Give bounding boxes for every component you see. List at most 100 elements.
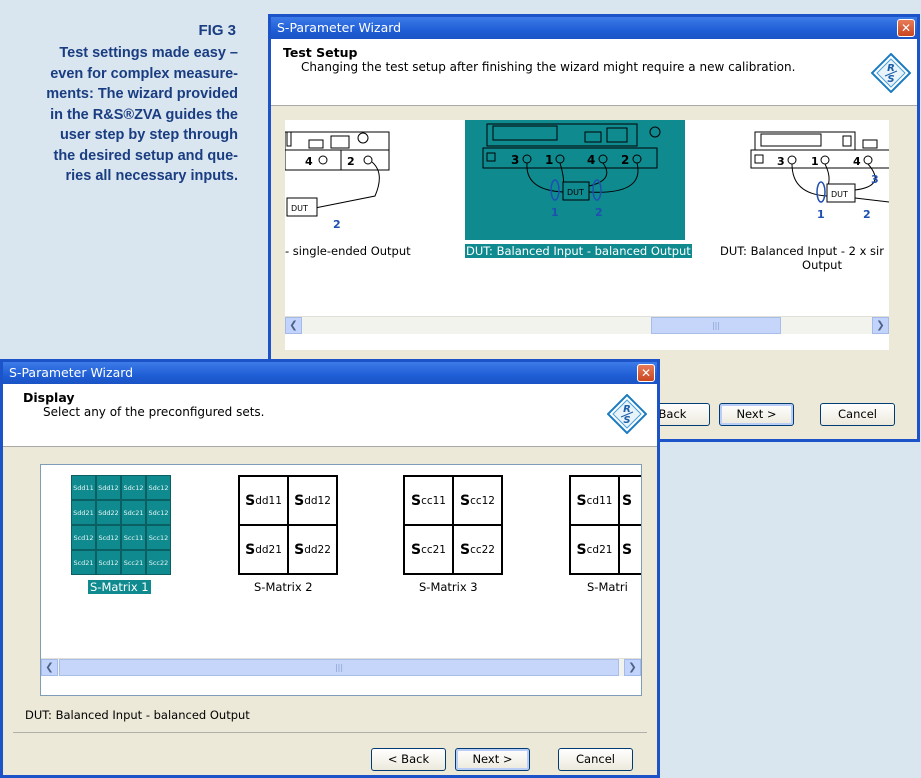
wizard-body: Sdd11 Sdd12 Sdc12 Sdc12 Sdd21 Sdd22 Sdc2… [3,447,657,775]
rs-logo-icon: R S [871,53,911,93]
matrix-label-1[interactable]: S-Matrix 1 [88,580,151,594]
port-label: 3 [511,153,519,167]
matrix-label-3[interactable]: S-Matrix 3 [419,580,478,594]
setup-diagram-balanced-balanced: 3 1 4 2 DUT 1 2 [482,123,661,219]
matrix-cell: S [619,525,641,574]
matrix-cell: Scd12 [96,550,121,575]
svg-text:3: 3 [871,173,879,186]
setup-label-line: Output [802,258,842,272]
cell-symbol: S [576,541,587,558]
matrix-cell: Scc21 [121,550,146,575]
matrix-label-2[interactable]: S-Matrix 2 [254,580,313,594]
caption-text: Test settings made easy – even for compl… [0,43,240,187]
cell-index: dd22 [304,543,331,556]
matrix-cell: Scc21 [404,525,453,574]
svg-text:1: 1 [817,208,825,221]
matrix1-grid: Sdd11 Sdd12 Sdc12 Sdc12 Sdd21 Sdd22 Sdc2… [71,475,171,575]
close-icon[interactable]: ✕ [897,19,915,37]
cell-symbol: S [622,492,633,509]
matrix-cell: Scd21 [570,525,619,574]
setup-diagram-single-ended[interactable]: 4 2 DUT 2 [285,128,395,238]
cell-index: dd21 [255,543,282,556]
scroll-right-icon[interactable]: ❯ [872,317,889,334]
port-label: 3 [777,155,785,168]
matrix-item-3[interactable]: Scc11 Scc12 Scc21 Scc22 [403,475,503,575]
matrix-cell: Sdd22 [96,500,121,525]
cell-symbol: S [245,541,256,558]
scroll-right-icon[interactable]: ❯ [624,659,641,676]
svg-text:S: S [623,415,630,426]
setup-item-balanced-balanced[interactable]: 3 1 4 2 DUT 1 2 [465,120,685,240]
close-icon[interactable]: ✕ [637,364,655,382]
setup-label-single-ended[interactable]: - single-ended Output [285,244,411,258]
matrix-cell: Sdc21 [121,500,146,525]
cell-symbol: S [294,541,305,558]
matrix-cell: Sdd21 [239,525,288,574]
port-label: 1 [545,153,553,167]
caption-line: user step by step through [59,127,238,143]
caption-line: ries all necessary inputs. [65,168,238,184]
cell-symbol: S [245,492,256,509]
svg-text:1: 1 [551,206,559,219]
matrix-label-4[interactable]: S-Matri [587,580,628,594]
page-title: Test Setup [283,45,358,60]
cell-index: dd11 [255,494,282,507]
dut-label: DUT [291,204,308,213]
scroll-left-icon[interactable]: ❮ [41,659,58,676]
window-titlebar[interactable]: S-Parameter Wizard ✕ [271,17,917,39]
cancel-button[interactable]: Cancel [558,748,633,771]
setup-label-line: DUT: Balanced Input - 2 x sir [720,244,884,258]
figure-caption: FIG 3 Test settings made easy – even for… [0,22,240,187]
matrix-cell: Scd12 [71,525,96,550]
matrix-cell: Sdd11 [239,476,288,525]
port-label: 1 [811,155,819,168]
matrix-cell: Sdd22 [288,525,337,574]
port-label: 4 [305,155,313,168]
figure-number: FIG 3 [198,22,236,39]
port-label: 2 [347,155,355,168]
cell-symbol: S [294,492,305,509]
matrix-cell: Sdd21 [71,500,96,525]
next-button[interactable]: Next > [455,748,530,771]
caption-line: even for complex measure- [50,65,238,82]
matrix-cell: Sdc12 [146,500,171,525]
dut-status: DUT: Balanced Input - balanced Output [25,708,250,722]
cell-index: cc22 [470,543,495,556]
matrix-cell: Scc12 [146,525,171,550]
dut-label: DUT [567,188,584,197]
caption-line: ments: The wizard provided [46,86,238,102]
matrix-item-2[interactable]: Sdd11 Sdd12 Sdd21 Sdd22 [238,475,338,575]
scrollbar-thumb[interactable]: ||| [59,659,619,676]
cell-symbol: S [410,492,422,509]
display-wizard-window: S-Parameter Wizard ✕ Display Select any … [0,359,660,778]
matrix-cell: Scd12 [96,525,121,550]
matrix-cell: Sdd11 [71,475,96,500]
cell-index: cc12 [470,494,495,507]
setup-label-balanced-2x-single[interactable]: DUT: Balanced Input - 2 x sir Output [715,244,889,272]
caption-line: Test settings made easy – [59,45,238,61]
svg-text:2: 2 [595,206,603,219]
scroll-left-icon[interactable]: ❮ [285,317,302,334]
cell-index: cd21 [586,543,613,556]
cell-index: cd11 [586,494,613,507]
svg-text:S: S [887,74,894,85]
next-button[interactable]: Next > [719,403,794,426]
cancel-button[interactable]: Cancel [820,403,895,426]
setup-list-scrollbar[interactable]: ❮ ||| ❯ [285,316,889,334]
setup-diagram-balanced-2x-single[interactable]: 3 1 4 DUT 3 1 2 [737,128,889,238]
back-button[interactable]: < Back [371,748,446,771]
cell-symbol: S [576,492,587,509]
matrix-item-1[interactable]: Sdd11 Sdd12 Sdc12 Sdc12 Sdd21 Sdd22 Sdc2… [71,475,171,575]
port-label: 2 [621,153,629,167]
setup-label-balanced-balanced[interactable]: DUT: Balanced Input - balanced Output [465,244,692,258]
window-title: S-Parameter Wizard [9,365,134,380]
matrix-cell: Scc11 [404,476,453,525]
wizard-header: Test Setup Changing the test setup after… [271,39,917,106]
scrollbar-thumb[interactable]: ||| [651,317,781,334]
window-titlebar[interactable]: S-Parameter Wizard ✕ [3,362,657,384]
matrix-cell: Sdd12 [288,476,337,525]
port-label: 4 [853,155,861,168]
matrix-item-4[interactable]: Scd11 S Scd21 S [569,475,641,575]
page-subtitle: Select any of the preconfigured sets. [43,405,265,419]
matrix-list-scrollbar[interactable]: ❮ ||| ❯ [41,658,641,676]
